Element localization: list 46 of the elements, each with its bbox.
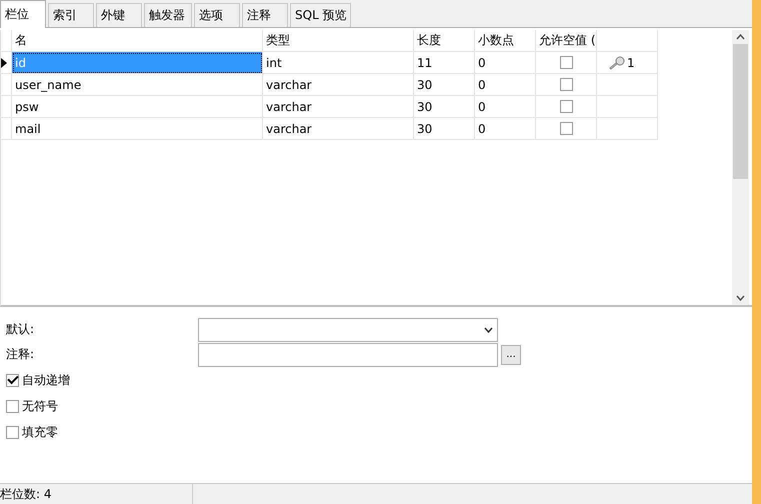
table-cell: varchar (263, 118, 414, 140)
table-cell: 0 (475, 118, 536, 140)
table-cell: 11 (414, 52, 475, 74)
table-cell: int (263, 52, 414, 74)
table-cell[interactable]: mail (12, 118, 263, 140)
tab[interactable]: SQL 预览 (290, 3, 351, 27)
table-cell: 0 (475, 52, 536, 74)
table-cell: 30 (414, 96, 475, 118)
scrollbar-thumb[interactable] (733, 44, 748, 179)
tab[interactable]: 选项 (194, 3, 240, 27)
tab[interactable]: 注释 (242, 3, 288, 27)
column-header: 小数点 (475, 30, 536, 52)
checkbox[interactable] (560, 56, 572, 69)
table-cell: 30 (414, 118, 475, 140)
column-header: 长度 (414, 30, 475, 52)
field-label: 默认: (6, 321, 36, 338)
tab[interactable]: 外键 (96, 3, 142, 27)
checkbox[interactable] (6, 374, 19, 386)
status-text: 栏位数: 4 (0, 486, 52, 502)
chevron-down-icon[interactable] (484, 326, 493, 332)
checkbox-label: 自动递增 (22, 372, 70, 388)
checkbox[interactable] (6, 426, 19, 438)
table-cell: 0 (475, 74, 536, 96)
checkbox-label: 填充零 (22, 424, 58, 440)
comment-field[interactable] (198, 342, 498, 366)
key-icon (609, 56, 625, 70)
key-order: 1 (627, 56, 635, 70)
table-cell[interactable]: psw (12, 96, 263, 118)
checkbox[interactable] (560, 122, 572, 135)
column-header: 类型 (263, 30, 414, 52)
tab[interactable]: 触发器 (144, 3, 192, 27)
table-cell[interactable]: user_name (12, 74, 263, 96)
table-cell: varchar (263, 74, 414, 96)
checkbox[interactable] (560, 78, 572, 91)
column-header: 允许空值 ( (536, 30, 597, 52)
column-header: 名 (12, 30, 263, 52)
tab[interactable]: 栏位 (0, 0, 46, 28)
checkbox-label: 无符号 (22, 398, 58, 414)
browse-button[interactable]: ... (501, 344, 521, 364)
table-cell: 30 (414, 74, 475, 96)
checkbox[interactable] (6, 400, 19, 412)
checkbox[interactable] (560, 100, 572, 113)
table-cell: varchar (263, 96, 414, 118)
tab[interactable]: 索引 (48, 3, 94, 27)
field-label: 注释: (6, 346, 36, 363)
table-cell: 0 (475, 96, 536, 118)
